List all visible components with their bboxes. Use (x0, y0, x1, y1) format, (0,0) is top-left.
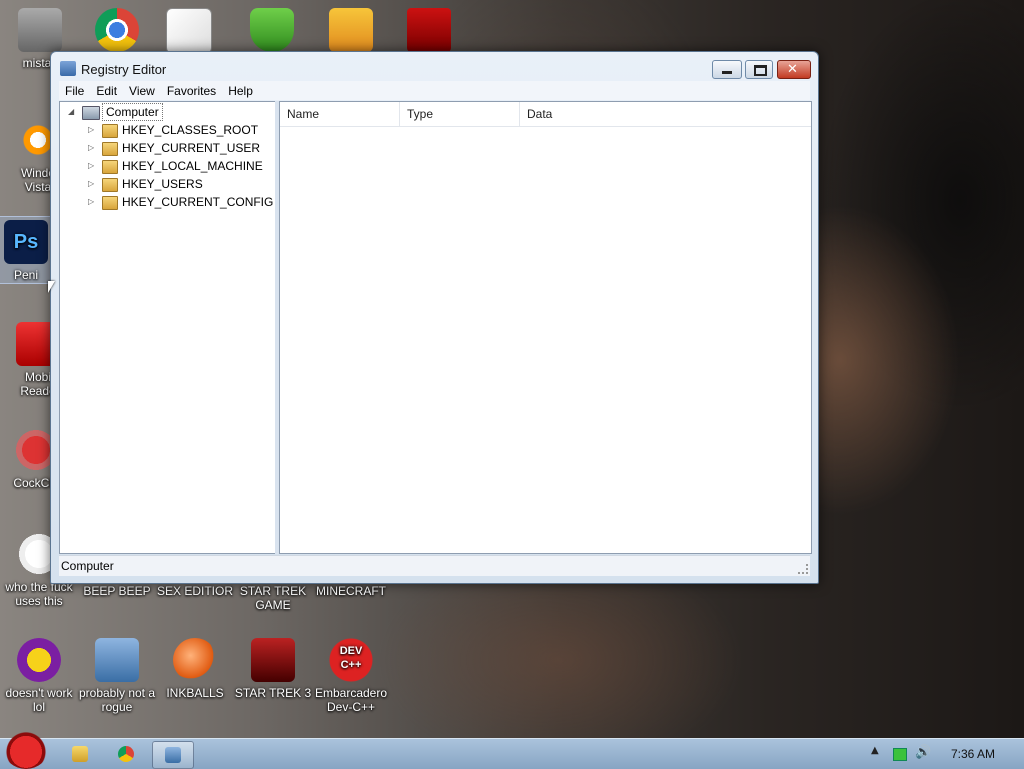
tree-node-label: HKEY_LOCAL_MACHINE (122, 159, 263, 173)
expand-arrow-icon[interactable]: ▷ (88, 197, 96, 207)
volume-icon[interactable]: 🔊 (915, 745, 931, 760)
desktop-icon-label: Embarcadero Dev-C++ (314, 686, 388, 714)
tree-node-label: Computer (102, 103, 163, 121)
close-button[interactable]: ✕ (777, 60, 811, 79)
tree-node-label: HKEY_USERS (122, 177, 203, 191)
desktop-icon-label: probably not a rogue (78, 686, 156, 714)
taskbar-registry-editor[interactable] (152, 741, 194, 769)
values-list[interactable]: Name Type Data (279, 101, 812, 554)
desktop-icon-star-trek-game[interactable]: STAR TREK GAME (233, 584, 313, 612)
desktop-icon-label: MINECRAFT (316, 584, 386, 598)
status-bar: Computer (59, 555, 810, 576)
shield-check-icon (250, 8, 294, 52)
desktop-icon-minecraft[interactable]: MINECRAFT (311, 584, 391, 598)
star-trek-icon (251, 638, 295, 682)
tree-node-label: HKEY_CURRENT_CONFIG (122, 195, 274, 209)
window-title: Registry Editor (81, 62, 167, 77)
emblem-icon (407, 8, 451, 52)
chrome-icon (118, 746, 134, 762)
ball-icon (173, 638, 217, 682)
chrome-icon (95, 8, 139, 52)
column-header-row: Name Type Data (280, 102, 811, 127)
desktop-icon-yahoo[interactable]: doesn't work lol (0, 638, 79, 714)
gear-icon (95, 638, 139, 682)
regedit-icon (165, 747, 181, 763)
registry-tree[interactable]: ◢ Computer ▷ HKEY_CLASSES_ROOT ▷ HKEY_CU… (59, 101, 276, 554)
menu-bar: File Edit View Favorites Help (59, 81, 810, 100)
desktop-icon-emblem[interactable] (389, 8, 469, 56)
desktop-icon-label: STAR TREK 3 (234, 686, 312, 700)
column-header-data[interactable]: Data (520, 102, 810, 126)
desktop-icon-label: BEEP BEEP (83, 584, 151, 598)
folder-icon (102, 124, 118, 138)
minimize-button[interactable] (712, 60, 742, 79)
battery-icon[interactable] (893, 748, 907, 761)
show-hidden-icons-icon[interactable]: ▲ (871, 745, 879, 756)
expand-arrow-icon[interactable]: ▷ (88, 125, 96, 135)
taskbar: ▲ 🔊 7:36 AM (0, 731, 1024, 769)
desktop-icon-label: SEX EDITIOR (156, 584, 233, 598)
start-button[interactable] (4, 731, 48, 769)
desktop-icon-security[interactable] (232, 8, 312, 56)
title-bar[interactable]: Registry Editor ✕ (51, 52, 818, 84)
folder-icon (102, 196, 118, 210)
devcpp-icon: DEV C++ (329, 638, 373, 682)
photoshop-icon: Ps (4, 220, 48, 264)
folder-icon (102, 178, 118, 192)
tree-node-label: HKEY_CURRENT_USER (122, 141, 261, 155)
collapse-arrow-icon[interactable]: ◢ (68, 107, 76, 117)
menu-view[interactable]: View (123, 81, 161, 100)
desktop-icon-devcpp[interactable]: DEV C++ Embarcadero Dev-C++ (311, 638, 391, 714)
desktop-icon-bad-piggies[interactable] (311, 8, 391, 56)
menu-edit[interactable]: Edit (90, 81, 123, 100)
expand-arrow-icon[interactable]: ▷ (88, 179, 96, 189)
desktop-icon-chrome[interactable] (77, 8, 157, 56)
desktop-icon-label: doesn't work lol (5, 686, 73, 714)
app-icon (18, 8, 62, 52)
maximize-button[interactable] (745, 60, 773, 79)
desktop-icon-beep[interactable]: BEEP BEEP (77, 584, 157, 598)
resize-grip-icon[interactable] (798, 564, 808, 574)
minimize-icon (722, 71, 732, 74)
column-header-type[interactable]: Type (400, 102, 520, 126)
registry-editor-window[interactable]: Registry Editor ✕ File Edit View Favorites H… (50, 51, 819, 584)
computer-icon (82, 106, 100, 120)
column-header-name[interactable]: Name (280, 102, 400, 126)
desktop-icon-label: who the fuck uses this (5, 580, 73, 608)
status-text: Computer (61, 559, 114, 573)
desktop-icon-inkballs[interactable]: INKBALLS (155, 638, 235, 700)
folder-icon (72, 746, 88, 762)
expand-arrow-icon[interactable]: ▷ (88, 161, 96, 171)
mouse-cursor-icon (48, 281, 55, 293)
desktop-icon-photoshop[interactable]: Ps Peni (0, 216, 54, 284)
folder-icon (102, 160, 118, 174)
maximize-icon (754, 65, 767, 76)
desktop-icon-rogue[interactable]: probably not a rogue (77, 638, 157, 714)
desktop-icon-star-trek-3[interactable]: STAR TREK 3 (233, 638, 313, 700)
desktop-icon-label: STAR TREK GAME (239, 584, 307, 612)
folder-icon (102, 142, 118, 156)
desktop-icon-label: Peni (13, 268, 39, 282)
pig-icon (329, 8, 373, 52)
taskbar-clock[interactable]: 7:36 AM (951, 739, 995, 769)
cards-icon (166, 8, 212, 54)
menu-favorites[interactable]: Favorites (161, 81, 222, 100)
expand-arrow-icon[interactable]: ▷ (88, 143, 96, 153)
close-icon: ✕ (787, 62, 798, 77)
regedit-icon (60, 61, 76, 76)
desktop-icon-sex-editior[interactable]: SEX EDITIOR (155, 584, 235, 598)
taskbar-explorer[interactable] (60, 741, 100, 767)
desktop-icon-label: INKBALLS (166, 686, 224, 700)
taskbar-chrome[interactable] (106, 741, 146, 767)
tree-node-label: HKEY_CLASSES_ROOT (122, 123, 259, 137)
menu-file[interactable]: File (59, 81, 90, 100)
yahoo-messenger-icon (17, 638, 61, 682)
menu-help[interactable]: Help (222, 81, 259, 100)
